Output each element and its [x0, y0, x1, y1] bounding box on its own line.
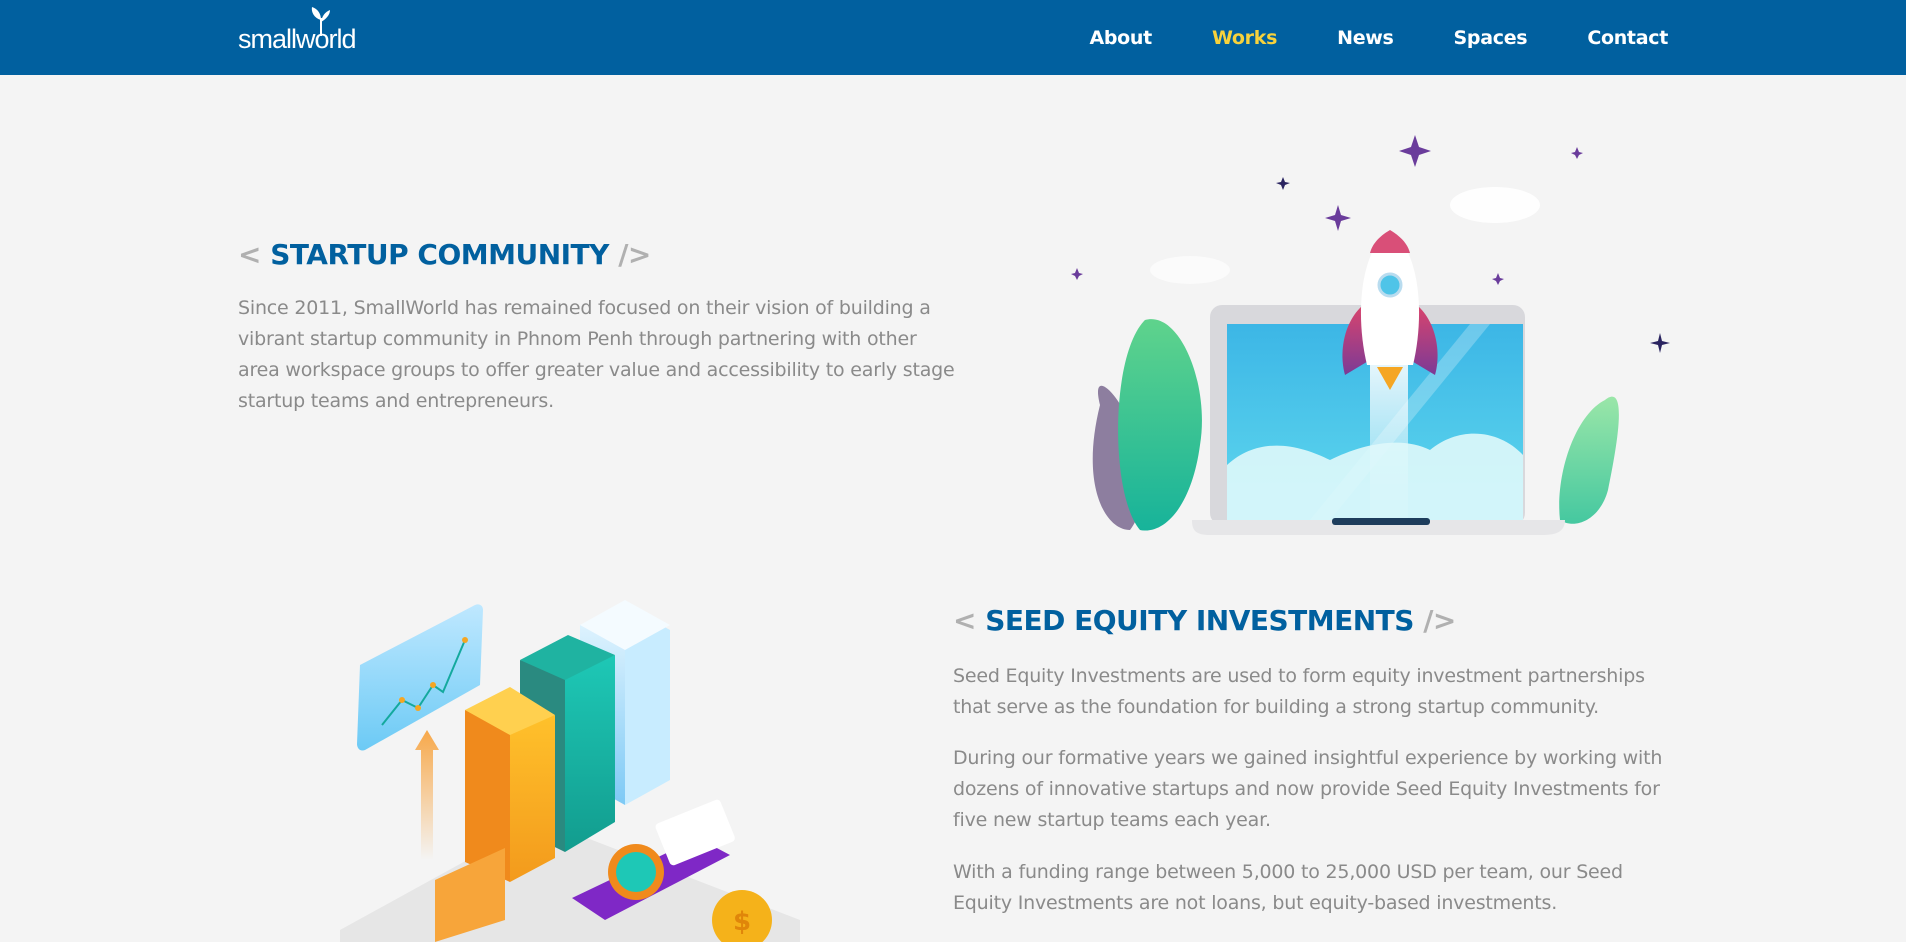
smallworld-logo[interactable]: smallworld: [238, 6, 368, 56]
laptop-notch: [1332, 518, 1430, 525]
title-text: SEED EQUITY INVESTMENTS: [985, 604, 1414, 637]
nav-contact[interactable]: Contact: [1587, 27, 1668, 49]
nav-works[interactable]: Works: [1212, 27, 1277, 49]
monitor-point: [430, 682, 436, 688]
close-bracket: />: [1423, 604, 1456, 637]
bar-teal-front: [565, 655, 615, 852]
plant-green-leaf-right: [1559, 396, 1619, 524]
star-icon: [1399, 135, 1431, 167]
logo-text: smallworld: [238, 24, 357, 54]
startup-community-title: < STARTUP COMMUNITY />: [238, 238, 651, 271]
star-icon: [1071, 268, 1083, 280]
monitor-point: [415, 705, 421, 711]
stopwatch-face: [616, 852, 656, 892]
cloud: [1450, 187, 1540, 223]
seed-equity-paragraph-2: During our formative years we gained ins…: [953, 747, 1663, 831]
coin-symbol: $: [733, 907, 751, 937]
title-text: STARTUP COMMUNITY: [270, 238, 609, 271]
sprout-icon: [311, 7, 330, 36]
open-bracket: <: [238, 238, 261, 271]
top-navbar: smallworld About Works News Spaces Conta…: [0, 0, 1906, 75]
star-icon: [1492, 273, 1504, 285]
growth-arrow: [415, 730, 439, 860]
star-icon: [1650, 333, 1670, 353]
open-bracket: <: [953, 604, 976, 637]
monitor-point: [462, 637, 468, 643]
growth-chart-illustration: $: [340, 600, 800, 942]
rocket-nose: [1370, 230, 1410, 253]
cloud: [1150, 256, 1230, 284]
main-nav: About Works News Spaces Contact: [1029, 0, 1668, 75]
nav-about[interactable]: About: [1089, 27, 1152, 49]
star-icon: [1325, 205, 1351, 231]
startup-community-paragraph: Since 2011, SmallWorld has remained focu…: [238, 297, 955, 412]
plant-green-leaf: [1118, 319, 1202, 531]
bar-orange-front: [510, 715, 555, 882]
star-icon: [1571, 147, 1583, 159]
seed-equity-paragraph-1: Seed Equity Investments are used to form…: [953, 665, 1645, 718]
star-icon: [1276, 177, 1290, 190]
seed-equity-paragraph-3: With a funding range between 5,000 to 25…: [953, 861, 1623, 914]
rocket-window: [1377, 272, 1403, 298]
rocket-laptop-illustration: [1071, 135, 1670, 535]
nav-spaces[interactable]: Spaces: [1454, 27, 1528, 49]
chart-monitor: [357, 604, 483, 751]
seed-equity-title: < SEED EQUITY INVESTMENTS />: [953, 604, 1456, 637]
close-bracket: />: [618, 238, 651, 271]
monitor-point: [399, 697, 405, 703]
nav-news[interactable]: News: [1337, 27, 1394, 49]
cloud-waves: [1227, 433, 1523, 520]
